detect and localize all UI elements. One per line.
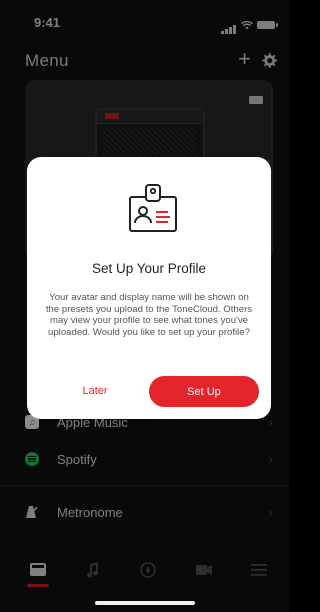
later-button[interactable]: Later bbox=[65, 376, 125, 406]
dialog-title: Set Up Your Profile bbox=[91, 261, 207, 276]
set-up-button[interactable]: Set Up bbox=[149, 376, 259, 407]
home-indicator bbox=[95, 601, 195, 605]
dialog-message: Your avatar and display name will be sho… bbox=[45, 292, 253, 338]
profile-setup-dialog: Set Up Your Profile Your avatar and disp… bbox=[27, 157, 271, 419]
id-badge-icon bbox=[129, 184, 177, 232]
